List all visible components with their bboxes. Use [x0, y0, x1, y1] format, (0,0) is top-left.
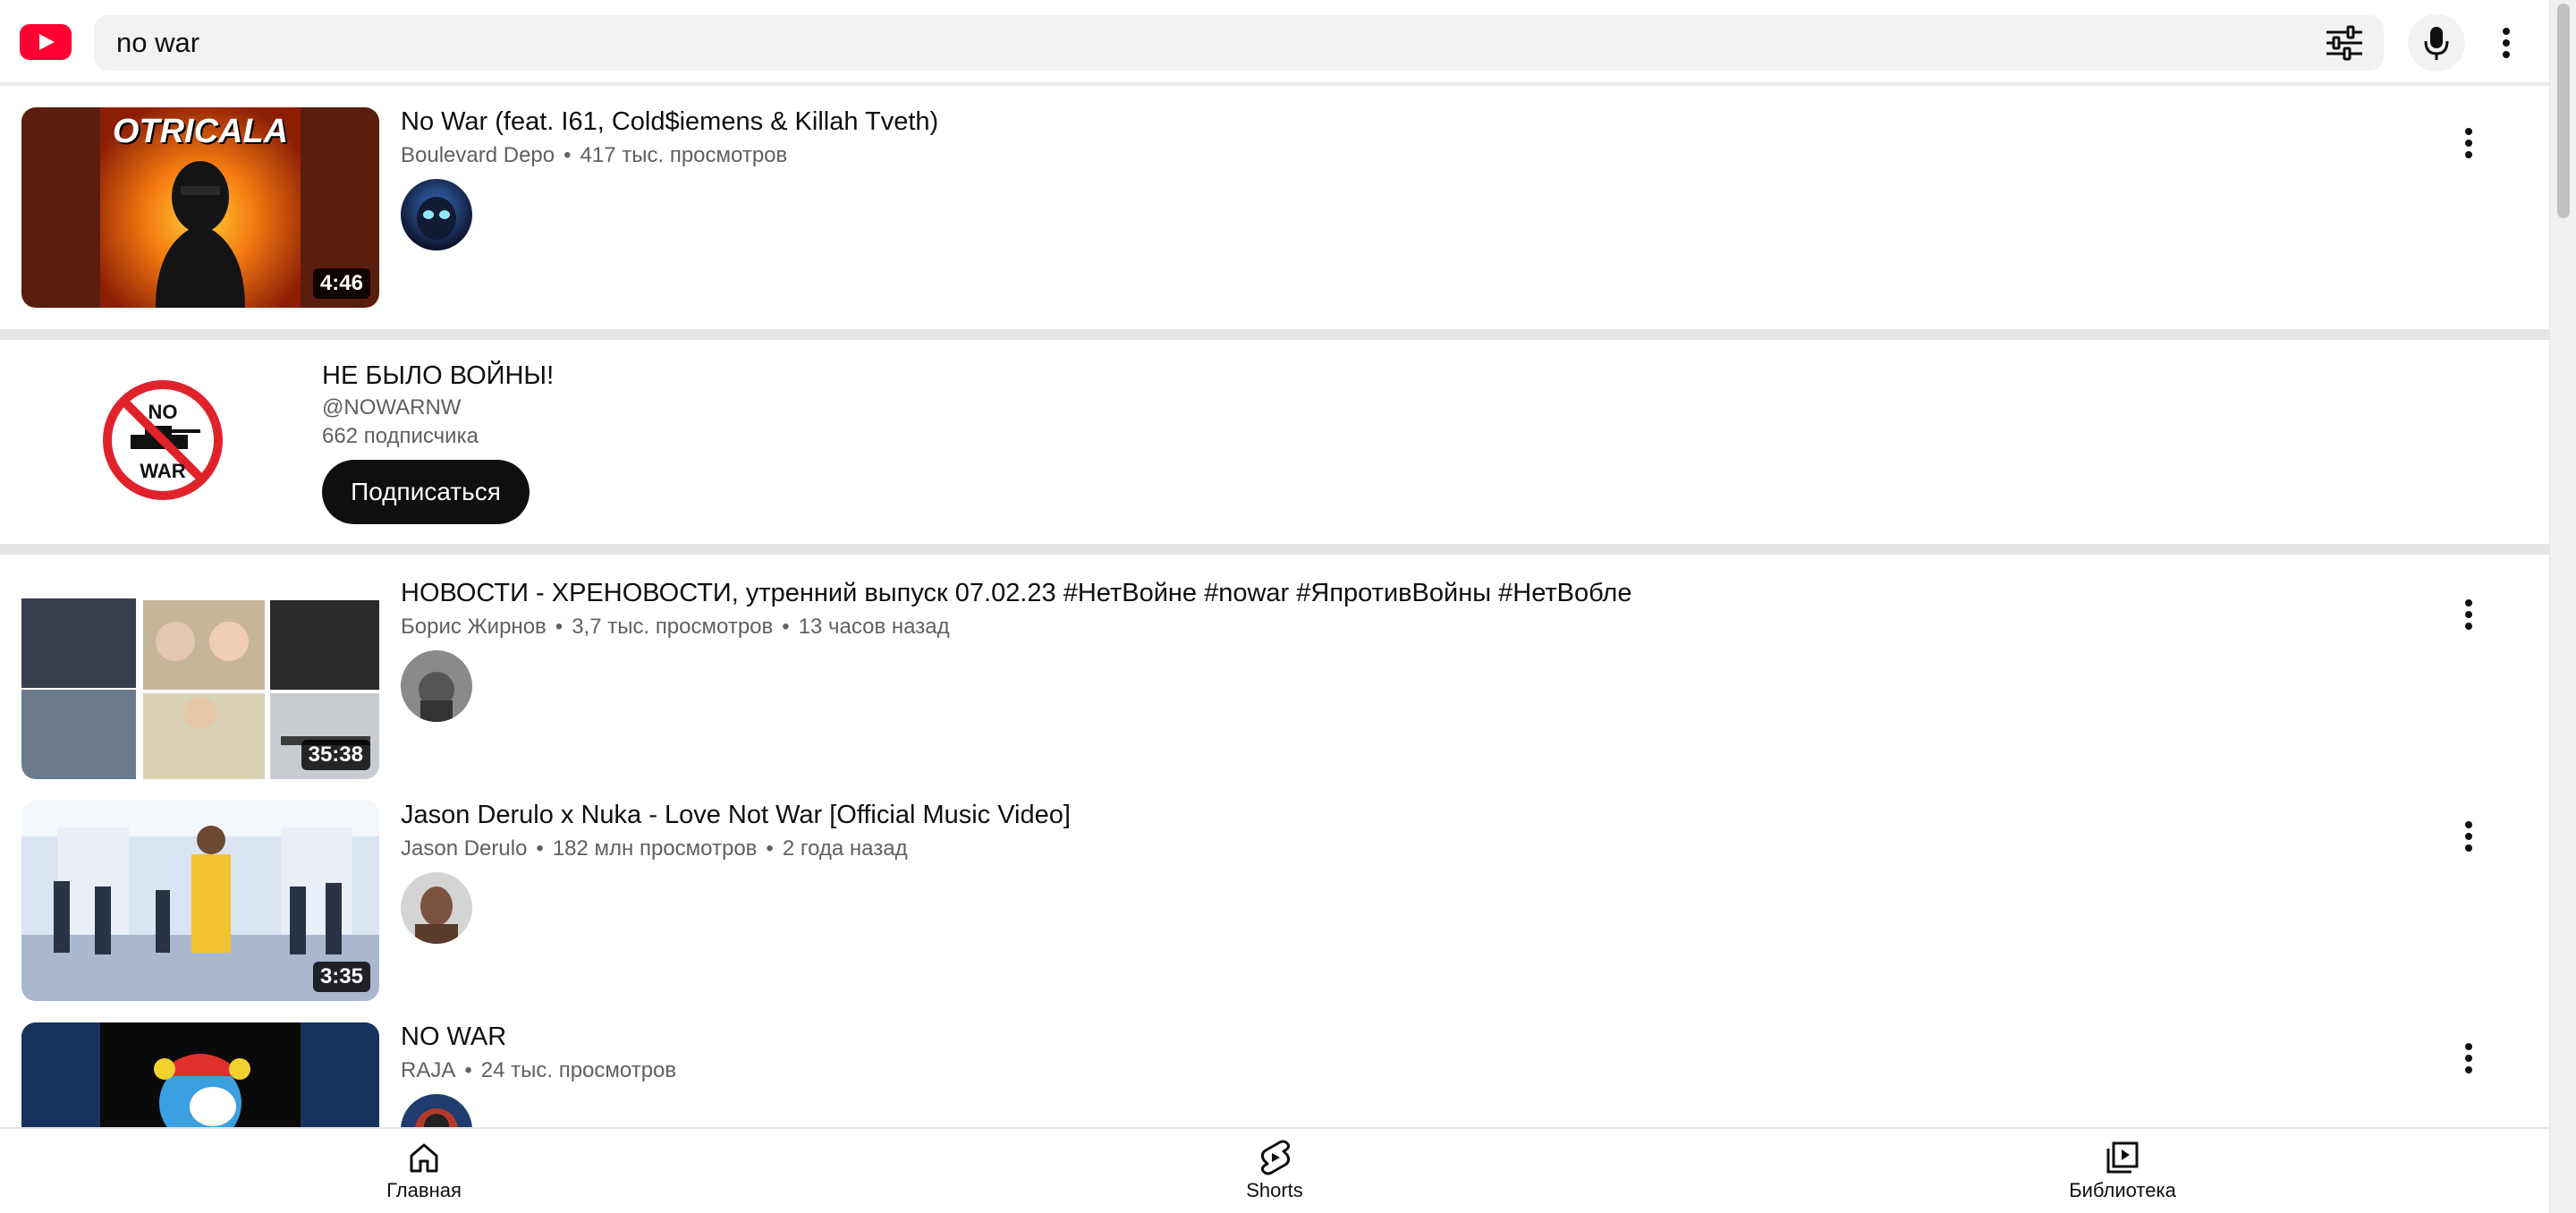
- channel-handle: @NOWARNW: [322, 395, 462, 420]
- search-input[interactable]: [94, 15, 2312, 71]
- nav-library[interactable]: Библиотека: [2033, 1140, 2212, 1208]
- logo-text-top: NO: [148, 401, 178, 423]
- video-more-icon[interactable]: [2447, 1037, 2490, 1080]
- channel-name[interactable]: Борис Жирнов: [401, 615, 547, 639]
- separator-dot: •: [536, 836, 544, 861]
- video-duration: 3:35: [312, 962, 370, 992]
- more-options-icon[interactable]: [2485, 21, 2528, 64]
- subscriber-count: 662 подписчика: [322, 424, 479, 448]
- video-title[interactable]: НОВОСТИ - ХРЕНОВОСТИ, утренний выпуск 07…: [401, 579, 1631, 608]
- video-more-icon[interactable]: [2447, 593, 2490, 636]
- scrollbar[interactable]: [2549, 0, 2576, 1213]
- video-more-icon[interactable]: [2447, 815, 2490, 858]
- channel-avatar[interactable]: [401, 1094, 472, 1127]
- subscribe-button[interactable]: Подписаться: [322, 460, 530, 524]
- upload-age: 13 часов назад: [798, 615, 950, 639]
- video-more-icon[interactable]: [2447, 122, 2490, 165]
- video-meta: Boulevard Depo • 417 тыс. просмотров: [401, 143, 787, 168]
- view-count: 417 тыс. просмотров: [580, 143, 788, 167]
- video-duration: 35:38: [301, 740, 370, 770]
- separator-dot: •: [555, 615, 564, 639]
- channel-avatar[interactable]: [401, 179, 472, 250]
- bottom-navigation: Главная Shorts Библиотека: [0, 1127, 2549, 1213]
- separator-dot: •: [464, 1058, 472, 1082]
- nav-shorts-label: Shorts: [1246, 1179, 1303, 1201]
- channel-name[interactable]: Boulevard Depo: [401, 143, 555, 167]
- video-thumbnail[interactable]: OTRICALA 4:46: [21, 107, 379, 308]
- view-count: 24 тыс. просмотров: [480, 1058, 677, 1082]
- channel-title[interactable]: НЕ БЫЛО ВОЙНЫ!: [322, 361, 554, 391]
- youtube-logo-icon[interactable]: [20, 24, 72, 60]
- channel-avatar[interactable]: [401, 650, 472, 722]
- nav-shorts[interactable]: Shorts: [1185, 1140, 1364, 1208]
- channel-logo[interactable]: NO WAR: [102, 379, 224, 501]
- video-duration: 4:46: [312, 268, 370, 299]
- library-icon: [2106, 1141, 2139, 1174]
- view-count: 182 млн просмотров: [552, 836, 758, 861]
- top-bar: [0, 0, 2549, 86]
- separator-dot: •: [766, 836, 774, 861]
- video-thumbnail[interactable]: [21, 1022, 379, 1127]
- video-title[interactable]: No War (feat. I61, Cold$iemens & Killah …: [401, 107, 938, 137]
- video-meta: Борис Жирнов • 3,7 тыс. просмотров • 13 часо…: [401, 615, 950, 640]
- separator-dot: •: [564, 143, 572, 167]
- scrollbar-thumb[interactable]: [2557, 4, 2570, 218]
- video-thumbnail[interactable]: 35:38: [21, 579, 379, 779]
- video-meta: Jason Derulo • 182 млн просмотров • 2 года н…: [401, 836, 908, 861]
- channel-result-item[interactable]: NO WAR НЕ БЫЛО ВОЙНЫ! @NOWARNW 662 подпи…: [0, 340, 2549, 544]
- video-title[interactable]: NO WAR: [401, 1022, 506, 1052]
- filter-icon[interactable]: [2325, 25, 2364, 61]
- video-title[interactable]: Jason Derulo x Nuka - Love Not War [Offi…: [401, 801, 1071, 830]
- video-result-item[interactable]: OTRICALA 4:46 No War (feat. I61, Cold$ie…: [0, 86, 2549, 308]
- youtube-mobile-search-page: OTRICALA 4:46 No War (feat. I61, Cold$ie…: [0, 0, 2576, 1213]
- channel-name[interactable]: RAJA: [401, 1058, 455, 1082]
- home-icon: [410, 1143, 438, 1173]
- section-divider: [0, 329, 2549, 340]
- shorts-icon: [1260, 1140, 1291, 1175]
- voice-search-button[interactable]: [2408, 14, 2465, 72]
- upload-age: 2 года назад: [782, 836, 908, 861]
- video-meta: RAJA • 24 тыс. просмотров: [401, 1058, 676, 1083]
- search-results: OTRICALA 4:46 No War (feat. I61, Cold$ie…: [0, 86, 2549, 1127]
- separator-dot: •: [782, 615, 790, 639]
- thumbnail-text: OTRICALA: [112, 113, 289, 150]
- section-divider: [0, 544, 2549, 555]
- video-result-item[interactable]: NO WAR RAJA • 24 тыс. просмотров: [0, 1001, 2549, 1127]
- view-count: 3,7 тыс. просмотров: [572, 615, 774, 639]
- nav-home[interactable]: Главная: [335, 1140, 513, 1208]
- logo-text-bottom: WAR: [140, 460, 185, 482]
- microphone-icon: [2424, 27, 2449, 60]
- channel-name[interactable]: Jason Derulo: [401, 836, 527, 861]
- video-result-item[interactable]: 3:35 Jason Derulo x Nuka - Love Not War …: [0, 779, 2549, 1001]
- video-thumbnail[interactable]: 3:35: [21, 801, 379, 1001]
- channel-avatar[interactable]: [401, 872, 472, 944]
- nav-home-label: Главная: [386, 1179, 462, 1201]
- nav-library-label: Библиотека: [2069, 1179, 2176, 1201]
- search-box[interactable]: [94, 15, 2384, 71]
- video-result-item[interactable]: 35:38 НОВОСТИ - ХРЕНОВОСТИ, утренний вып…: [0, 557, 2549, 779]
